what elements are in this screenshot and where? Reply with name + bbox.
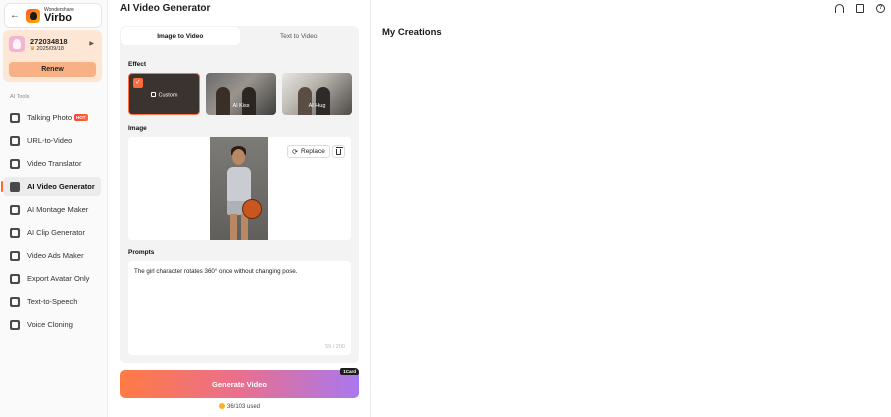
crown-icon: ♛ <box>30 46 35 52</box>
sidebar-item-ai-clip-generator[interactable]: AI Clip Generator <box>3 223 101 242</box>
link-video-icon <box>10 135 20 146</box>
effect-ai-hug-label: AI Hug <box>308 103 326 109</box>
hot-badge: HOT <box>74 114 88 121</box>
sidebar-item-url-to-video[interactable]: URL-to-Video <box>3 131 101 150</box>
replace-label: Replace <box>301 148 325 155</box>
renew-button[interactable]: Renew <box>9 62 96 77</box>
account-expiry: ♛ 2025/09/18 <box>30 46 64 52</box>
tab-image-to-video[interactable]: Image to Video <box>121 27 240 45</box>
sidebar: ← Wondershare Virbo 272034818 ♛ 2025/09/… <box>0 0 108 417</box>
sidebar-item-label: Video Translator <box>27 159 82 168</box>
voice-clone-icon <box>10 319 20 330</box>
sidebar-item-label: AI Montage Maker <box>27 205 89 214</box>
sidebar-item-text-to-speech[interactable]: Text-to-Speech <box>3 292 101 311</box>
photo-icon <box>10 112 20 123</box>
generate-video-button[interactable]: Generate Video 1Card <box>120 368 359 398</box>
top-toolbar: ? <box>835 4 885 13</box>
back-arrow-icon[interactable]: ← <box>8 10 22 21</box>
sidebar-item-talking-photo[interactable]: Talking Photo HOT <box>3 108 101 127</box>
custom-icon <box>150 92 156 97</box>
photo-detail <box>242 199 262 219</box>
photo-detail <box>230 214 237 240</box>
sidebar-item-label: Talking Photo <box>27 113 73 122</box>
effect-custom-label: Custom <box>129 92 199 99</box>
my-creations-title: My Creations <box>382 27 442 38</box>
credit-badge: 1Card <box>340 368 359 375</box>
effect-custom[interactable]: ✓ Custom <box>128 73 200 115</box>
sidebar-item-ai-video-generator[interactable]: AI Video Generator <box>1 177 101 196</box>
bookmark-icon[interactable] <box>856 4 864 13</box>
avatar-export-icon <box>10 273 20 284</box>
check-icon: ✓ <box>133 78 143 88</box>
coin-icon <box>218 403 225 409</box>
kiss-thumbnail-person <box>216 87 230 115</box>
brand-bar: ← Wondershare Virbo <box>4 3 102 28</box>
avatar <box>9 36 25 52</box>
help-icon[interactable]: ? <box>876 4 885 13</box>
translate-icon <box>10 158 20 169</box>
usage-text: 36/103 used <box>226 404 261 410</box>
effect-list: ✓ Custom AI Kiss AI Hug <box>128 73 352 115</box>
prompt-text[interactable]: The girl character rotates 360° once wit… <box>134 268 297 275</box>
sidebar-item-label: URL-to-Video <box>27 136 73 145</box>
account-id: 272034818 <box>30 37 68 46</box>
tool-nav: Talking Photo HOT URL-to-Video Video Tra… <box>1 108 101 338</box>
replace-button[interactable]: ⟳ Replace <box>287 145 330 158</box>
clip-icon <box>10 227 20 238</box>
brand-product: Virbo <box>44 11 72 24</box>
page-title: AI Video Generator <box>120 3 211 14</box>
account-date: 2025/09/18 <box>36 46 64 52</box>
sidebar-item-export-avatar-only[interactable]: Export Avatar Only <box>3 269 101 288</box>
photo-detail <box>227 167 251 203</box>
effect-ai-hug[interactable]: AI Hug <box>282 73 352 115</box>
sidebar-item-label: AI Clip Generator <box>27 228 85 237</box>
prompt-char-count: 59 / 200 <box>325 344 345 350</box>
sidebar-item-label: Voice Cloning <box>27 320 73 329</box>
speech-icon <box>10 296 20 307</box>
sidebar-item-label: Text-to-Speech <box>27 297 78 306</box>
effect-ai-kiss-label: AI Kiss <box>232 103 250 109</box>
prompts-label: Prompts <box>128 249 155 256</box>
usage-counter: 36/103 used <box>120 403 359 410</box>
sidebar-item-label: Export Avatar Only <box>27 274 90 283</box>
sidebar-item-label: AI Video Generator <box>27 182 95 191</box>
montage-icon <box>10 204 20 215</box>
hug-thumbnail-person <box>298 87 312 115</box>
trash-icon <box>335 147 343 155</box>
video-generator-icon <box>10 181 20 192</box>
brand-name: Wondershare Virbo <box>44 7 74 24</box>
effect-custom-text: Custom <box>158 92 178 99</box>
sidebar-item-video-ads-maker[interactable]: Video Ads Maker <box>3 246 101 265</box>
column-divider <box>370 0 371 417</box>
sidebar-item-voice-cloning[interactable]: Voice Cloning <box>3 315 101 334</box>
image-label: Image <box>128 125 147 132</box>
tab-text-to-video[interactable]: Text to Video <box>240 27 359 45</box>
effect-label: Effect <box>128 61 147 68</box>
ads-icon <box>10 250 20 261</box>
sidebar-item-label: Video Ads Maker <box>27 251 84 260</box>
hug-thumbnail-person <box>316 87 330 115</box>
mode-tabs: Image to Video Text to Video <box>121 27 358 45</box>
image-upload-box: ⟳ Replace <box>128 137 351 240</box>
sidebar-item-video-translator[interactable]: Video Translator <box>3 154 101 173</box>
ai-tools-label: AI Tools <box>10 94 30 100</box>
kiss-thumbnail-person <box>242 87 256 115</box>
prompt-input[interactable]: The girl character rotates 360° once wit… <box>128 261 351 355</box>
generate-video-label: Generate Video <box>212 379 267 389</box>
uploaded-image <box>210 137 268 240</box>
sidebar-item-ai-montage-maker[interactable]: AI Montage Maker <box>3 200 101 219</box>
delete-button[interactable] <box>332 145 345 158</box>
virbo-logo-icon <box>26 8 40 23</box>
account-card[interactable]: 272034818 ♛ 2025/09/18 ▶ Renew <box>3 30 102 82</box>
headset-icon[interactable] <box>835 4 844 13</box>
photo-detail <box>232 149 245 165</box>
chevron-right-icon[interactable]: ▶ <box>89 40 94 47</box>
effect-ai-kiss[interactable]: AI Kiss <box>206 73 276 115</box>
replace-icon: ⟳ <box>292 148 298 156</box>
generator-panel: Image to Video Text to Video Effect ✓ Cu… <box>120 26 359 363</box>
